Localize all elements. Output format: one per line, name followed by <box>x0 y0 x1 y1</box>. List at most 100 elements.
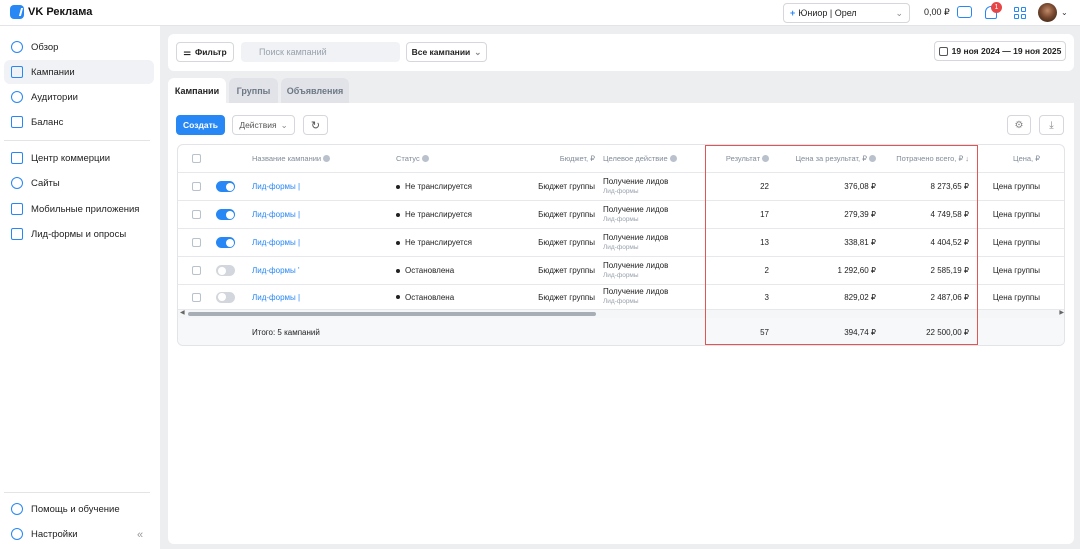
collapse-sidebar-icon[interactable]: « <box>137 529 143 541</box>
table-settings-button[interactable]: ⚙ <box>1007 115 1031 135</box>
target-text: Получение лидов <box>603 204 669 214</box>
price2-cell: Цена группы <box>992 182 1040 191</box>
row-checkbox[interactable] <box>192 285 201 309</box>
header-result[interactable]: Результат <box>708 145 769 172</box>
sidebar-item-sites[interactable]: Сайты <box>4 171 154 195</box>
row-checkbox[interactable] <box>192 201 201 228</box>
header-spent[interactable]: Потрачено всего, ₽ ↓ <box>881 145 969 172</box>
header-label: Бюджет, ₽ <box>559 154 595 163</box>
status-cell: Остановлена <box>396 285 454 309</box>
chevron-down-icon[interactable]: ⌄ <box>1061 8 1068 17</box>
tab-ads[interactable]: Объявления <box>281 78 349 103</box>
vk-logo-icon <box>10 5 24 19</box>
download-button[interactable]: ⤓ <box>1039 115 1064 135</box>
users-icon <box>11 91 23 103</box>
header-budget[interactable]: Бюджет, ₽ <box>518 145 595 172</box>
campaign-name-link[interactable]: Лид-формы | <box>252 173 300 200</box>
sidebar-item-label: Кампании <box>31 66 75 78</box>
sidebar-item-label: Центр коммерции <box>31 152 111 164</box>
campaign-toggle[interactable] <box>216 201 235 228</box>
table-header: Название кампании Статус Бюджет, ₽ Целев… <box>178 145 1064 173</box>
sidebar-item-commerce[interactable]: Центр коммерции <box>4 146 154 170</box>
tab-campaigns[interactable]: Кампании <box>168 78 226 103</box>
target-cell: Получение лидов Лид-формы <box>603 285 668 309</box>
table-row[interactable]: Лид-формы ' Остановлена Бюджет группы По… <box>178 257 1064 285</box>
target-text: Получение лидов <box>603 287 669 296</box>
sidebar-item-balance[interactable]: Баланс <box>4 110 154 134</box>
campaign-toggle[interactable] <box>216 229 235 256</box>
account-selector[interactable]: + Юниор | Орел ⌄ <box>783 3 910 23</box>
scroll-left-icon[interactable]: ◀ <box>180 309 185 316</box>
account-name: Юниор | Орел <box>798 8 857 18</box>
target-text: Получение лидов <box>603 260 669 270</box>
budget-cell: Бюджет группы <box>538 182 595 191</box>
apps-grid-icon[interactable] <box>1014 7 1026 19</box>
status-dot <box>396 268 400 273</box>
create-button[interactable]: Создать <box>176 115 225 135</box>
result-cell: 17 <box>760 210 769 219</box>
avatar[interactable] <box>1038 3 1057 22</box>
header-name[interactable]: Название кампании <box>252 145 331 172</box>
chevron-down-icon: ⌄ <box>474 46 482 57</box>
campaigns-select[interactable]: Все кампании ⌄ <box>406 42 487 62</box>
tab-groups[interactable]: Группы <box>229 78 278 103</box>
campaigns-table: Название кампании Статус Бюджет, ₽ Целев… <box>177 144 1065 346</box>
table-row[interactable]: Лид-формы | Не транслируется Бюджет груп… <box>178 173 1064 201</box>
totals-result: 57 <box>760 327 769 337</box>
table-row[interactable]: Лид-формы | Остановлена Бюджет группы По… <box>178 285 1064 310</box>
scroll-right-icon[interactable]: ▶ <box>1059 309 1064 316</box>
sliders-icon: ⚌ <box>183 46 191 57</box>
compass-icon <box>11 41 23 53</box>
target-subtext: Лид-формы <box>603 271 639 279</box>
horizontal-scrollbar[interactable]: ◀ ▶ <box>178 309 1064 318</box>
filter-button[interactable]: ⚌ Фильтр <box>176 42 234 62</box>
row-checkbox[interactable] <box>192 173 201 200</box>
sidebar-item-overview[interactable]: Обзор <box>4 35 154 59</box>
top-bar: VK Реклама + Юниор | Орел ⌄ 0,00 ₽ 1 ⌄ <box>0 0 1080 26</box>
scrollbar-thumb[interactable] <box>188 312 596 316</box>
wallet-icon[interactable] <box>957 6 972 18</box>
campaign-toggle[interactable] <box>216 257 235 284</box>
sidebar-item-campaigns[interactable]: Кампании <box>4 60 154 84</box>
header-target[interactable]: Целевое действие <box>603 145 677 172</box>
campaign-toggle[interactable] <box>216 173 235 200</box>
campaign-name-link[interactable]: Лид-формы | <box>252 285 300 309</box>
sidebar-item-audiences[interactable]: Аудитории <box>4 85 154 109</box>
sidebar-item-mobile-apps[interactable]: Мобильные приложения <box>4 197 154 221</box>
search-input[interactable] <box>241 42 400 62</box>
date-range-picker[interactable]: 19 ноя 2024 — 19 ноя 2025 <box>934 41 1066 61</box>
create-label: Создать <box>183 120 218 130</box>
sidebar-item-lead-forms[interactable]: Лид-формы и опросы <box>4 222 154 246</box>
sidebar-item-help[interactable]: Помощь и обучение <box>4 497 154 521</box>
campaign-name-link[interactable]: Лид-формы | <box>252 201 300 228</box>
header-label: Название кампании <box>252 154 322 163</box>
price-cell: 1 292,60 ₽ <box>837 266 876 275</box>
campaign-name-link[interactable]: Лид-формы ' <box>252 257 300 284</box>
header-price2[interactable]: Цена, ₽ <box>978 145 1040 172</box>
sidebar-item-label: Помощь и обучение <box>31 503 120 515</box>
spent-cell: 2 585,19 ₽ <box>930 266 969 275</box>
spent-cell: 4 404,52 ₽ <box>930 238 969 247</box>
campaign-name-link[interactable]: Лид-формы | <box>252 229 300 256</box>
target-cell: Получение лидов Лид-формы <box>603 201 668 228</box>
globe-icon <box>11 177 23 189</box>
sidebar-item-label: Сайты <box>31 177 60 189</box>
header-price[interactable]: Цена за результат, ₽ <box>778 145 876 172</box>
row-checkbox[interactable] <box>192 257 201 284</box>
app-name: VK Реклама <box>28 6 93 18</box>
refresh-button[interactable]: ↻ <box>303 115 328 135</box>
balance-value[interactable]: 0,00 ₽ <box>924 7 950 18</box>
table-row[interactable]: Лид-формы | Не транслируется Бюджет груп… <box>178 229 1064 257</box>
header-status[interactable]: Статус <box>396 145 429 172</box>
select-all-checkbox[interactable] <box>192 145 201 172</box>
actions-dropdown[interactable]: Действия ⌄ <box>232 115 295 135</box>
logo[interactable]: VK Реклама <box>10 5 92 19</box>
row-checkbox[interactable] <box>192 229 201 256</box>
gear-icon: ⚙ <box>1014 119 1024 131</box>
status-cell: Не транслируется <box>396 173 472 200</box>
spent-cell: 8 273,65 ₽ <box>930 182 969 191</box>
sidebar-item-settings[interactable]: Настройки <box>4 522 154 546</box>
table-row[interactable]: Лид-формы | Не транслируется Бюджет груп… <box>178 201 1064 229</box>
campaign-toggle[interactable] <box>216 285 235 309</box>
price2-cell: Цена группы <box>992 238 1040 247</box>
